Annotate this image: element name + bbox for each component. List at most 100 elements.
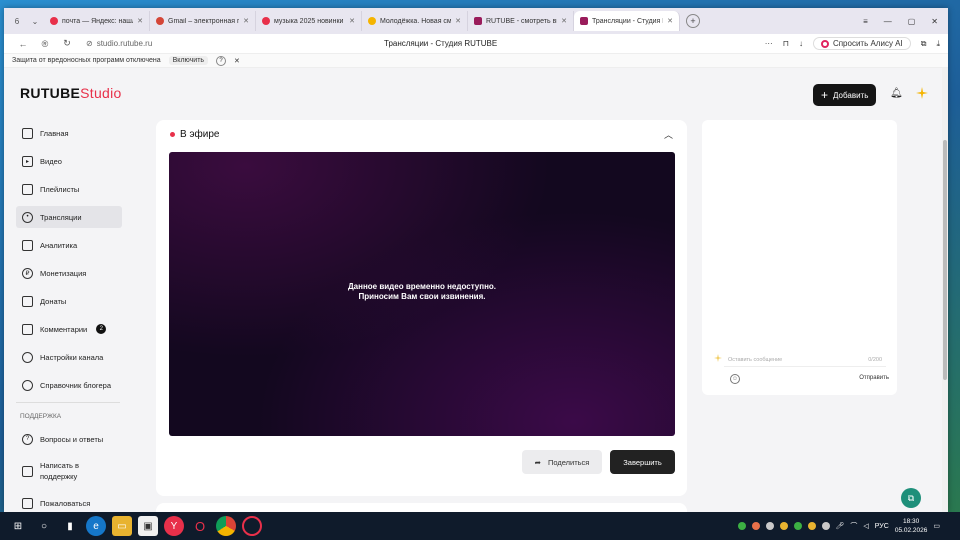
tab-rutube[interactable]: RUTUBE - смотреть видео ✕ (468, 11, 574, 31)
search-icon[interactable]: ○ (34, 516, 54, 536)
folder-icon[interactable]: ▭ (112, 516, 132, 536)
sidebar-item-complain[interactable]: Пожаловаться (16, 492, 122, 512)
task-view-icon[interactable]: ▮ (60, 516, 80, 536)
page-scrollbar[interactable] (942, 68, 948, 512)
send-message-button[interactable]: Отправить (859, 375, 889, 381)
tray-app-icon[interactable] (807, 522, 816, 530)
help-icon: ? (22, 433, 33, 445)
enable-protection-button[interactable]: Включить (168, 56, 209, 65)
back-icon[interactable]: ← (12, 39, 34, 49)
maximize-icon[interactable]: ▢ (908, 17, 916, 26)
tab-molodezhka[interactable]: Молодёжка. Новая смена ✕ (362, 11, 468, 31)
broadcast-icon: • (22, 211, 33, 223)
edge-icon[interactable]: e (86, 516, 106, 536)
close-icon[interactable]: ✕ (137, 17, 143, 25)
tray-app-icon[interactable] (751, 522, 760, 530)
more-icon[interactable]: ··· (765, 39, 773, 48)
sparkle-icon[interactable] (916, 87, 928, 99)
protection-notice: Защита от вредоносных программ отключена… (4, 54, 948, 68)
system-tray: 🎤︎ ⌒ ◁ РУС 18:30 05.02.2026 ▭ (737, 517, 960, 535)
video-player[interactable]: Данное видео временно недоступно. Принос… (169, 152, 675, 436)
rutube-icon (474, 17, 482, 25)
sidebar-item-faq[interactable]: ? Вопросы и ответы (16, 428, 122, 450)
tray-app-icon[interactable] (737, 522, 746, 530)
tray-app-icon[interactable] (821, 522, 830, 530)
opera-icon[interactable]: O (190, 516, 210, 536)
sidebar-item-comments[interactable]: Комментарии 2 (16, 318, 122, 340)
store-icon[interactable]: ▣ (138, 516, 158, 536)
sidebar-item-analytics[interactable]: Аналитика (16, 234, 122, 256)
sidebar-item-channel-settings[interactable]: Настройки канала (16, 346, 122, 368)
support-heading: ПОДДЕРЖКА (20, 413, 62, 420)
scrollbar-thumb[interactable] (943, 140, 947, 380)
tab-music[interactable]: музыка 2025 новинки слу ✕ (256, 11, 362, 31)
reload-icon[interactable]: ↻ (56, 38, 78, 49)
language-indicator[interactable]: РУС (875, 523, 889, 530)
volume-icon[interactable]: ◁ (863, 522, 868, 530)
page-title: Трансляции - Студия RUTUBE (384, 39, 498, 48)
share-button[interactable]: ➦ Поделиться (522, 450, 602, 474)
download-icon[interactable]: ↓ (799, 39, 803, 48)
tab-gmail[interactable]: Gmail – электронная почта ✕ (150, 11, 256, 31)
flag-icon (22, 497, 33, 509)
window-controls: ≡ — ▢ ✕ (863, 17, 948, 26)
start-icon[interactable]: ⊞ (8, 516, 28, 536)
emoji-icon[interactable]: ☺ (730, 374, 740, 384)
chrome-icon[interactable] (216, 516, 236, 536)
sidebar-item-write-support[interactable]: Написать в поддержку (16, 456, 122, 486)
sidebar-item-broadcasts[interactable]: • Трансляции (16, 206, 122, 228)
tray-app-icon[interactable] (765, 522, 774, 530)
sidebar-item-blogger-guide[interactable]: Справочник блогера (16, 374, 122, 396)
alice-button[interactable]: Спросить Алису AI (812, 37, 911, 50)
sidebar-item-video[interactable]: ▸ Видео (16, 150, 122, 172)
rutube-studio-logo[interactable]: RUTUBEStudio (20, 85, 122, 101)
new-tab-button[interactable]: + (686, 14, 700, 28)
chat-message-input[interactable]: Оставить сообщение 0/200 (724, 353, 886, 367)
url-field[interactable]: ⊘ studio.rutube.ru (86, 39, 152, 48)
char-counter: 0/200 (868, 356, 882, 363)
finish-broadcast-button[interactable]: Завершить (610, 450, 675, 474)
recorder-icon[interactable] (242, 516, 262, 536)
tab-studio-active[interactable]: Трансляции - Студия R ✕ (574, 11, 680, 31)
comments-count-badge: 2 (96, 324, 107, 334)
close-icon[interactable]: ✕ (667, 17, 673, 25)
chevron-up-icon[interactable]: ︿ (664, 128, 673, 141)
add-button[interactable]: + Добавить (813, 84, 877, 106)
bell-icon[interactable]: 🔔︎ (890, 88, 903, 99)
tray-app-icon[interactable] (793, 522, 802, 530)
tab-yandex-mail[interactable]: почта — Яндекс: нашлось ✕ (44, 11, 150, 31)
studio-page: RUTUBEStudio + Добавить 🔔︎ Главная ▸ Вид… (4, 68, 948, 512)
sidebar-item-home[interactable]: Главная (16, 122, 122, 144)
minimize-icon[interactable]: — (884, 17, 892, 26)
microphone-icon[interactable]: 🎤︎ (836, 522, 845, 530)
browser-menu-icon[interactable]: 6 (8, 12, 26, 30)
tray-app-icon[interactable] (779, 522, 788, 530)
mail-icon (22, 465, 33, 477)
gift-icon (22, 295, 33, 307)
clock[interactable]: 18:30 05.02.2026 (895, 517, 928, 535)
bookmark-icon[interactable]: ⊓ (783, 39, 789, 48)
downloads-icon[interactable]: ⤓ (936, 39, 940, 49)
close-window-icon[interactable]: ✕ (931, 17, 938, 26)
sidepanel-icon[interactable]: ⧉ (921, 39, 927, 49)
close-icon[interactable]: ✕ (234, 57, 240, 65)
home-icon (22, 127, 33, 139)
sidebar-item-playlists[interactable]: Плейлисты (16, 178, 122, 200)
live-broadcast-card: В эфире ︿ Данное видео временно недоступ… (156, 120, 687, 496)
sidebar-item-monetization[interactable]: ₽ Монетизация (16, 262, 122, 284)
close-icon[interactable]: ✕ (455, 17, 461, 25)
close-icon[interactable]: ✕ (561, 17, 567, 25)
sidebar-item-donations[interactable]: Донаты (16, 290, 122, 312)
support-chat-fab[interactable]: ⧉ (901, 488, 921, 508)
close-icon[interactable]: ✕ (349, 17, 355, 25)
help-icon[interactable]: ? (216, 55, 227, 66)
close-icon[interactable]: ✕ (243, 17, 249, 25)
network-icon[interactable]: ⌒ (850, 521, 857, 531)
bookmark-list-icon[interactable]: ≡ (863, 17, 868, 26)
share-icon: ➦ (534, 457, 541, 467)
notifications-icon[interactable]: ▭ (933, 522, 940, 530)
reader-icon[interactable]: ® (34, 39, 56, 49)
plus-icon: + (821, 88, 829, 102)
yandex-browser-icon[interactable]: Y (164, 516, 184, 536)
tabs-list-icon[interactable]: ⌄ (26, 12, 44, 30)
